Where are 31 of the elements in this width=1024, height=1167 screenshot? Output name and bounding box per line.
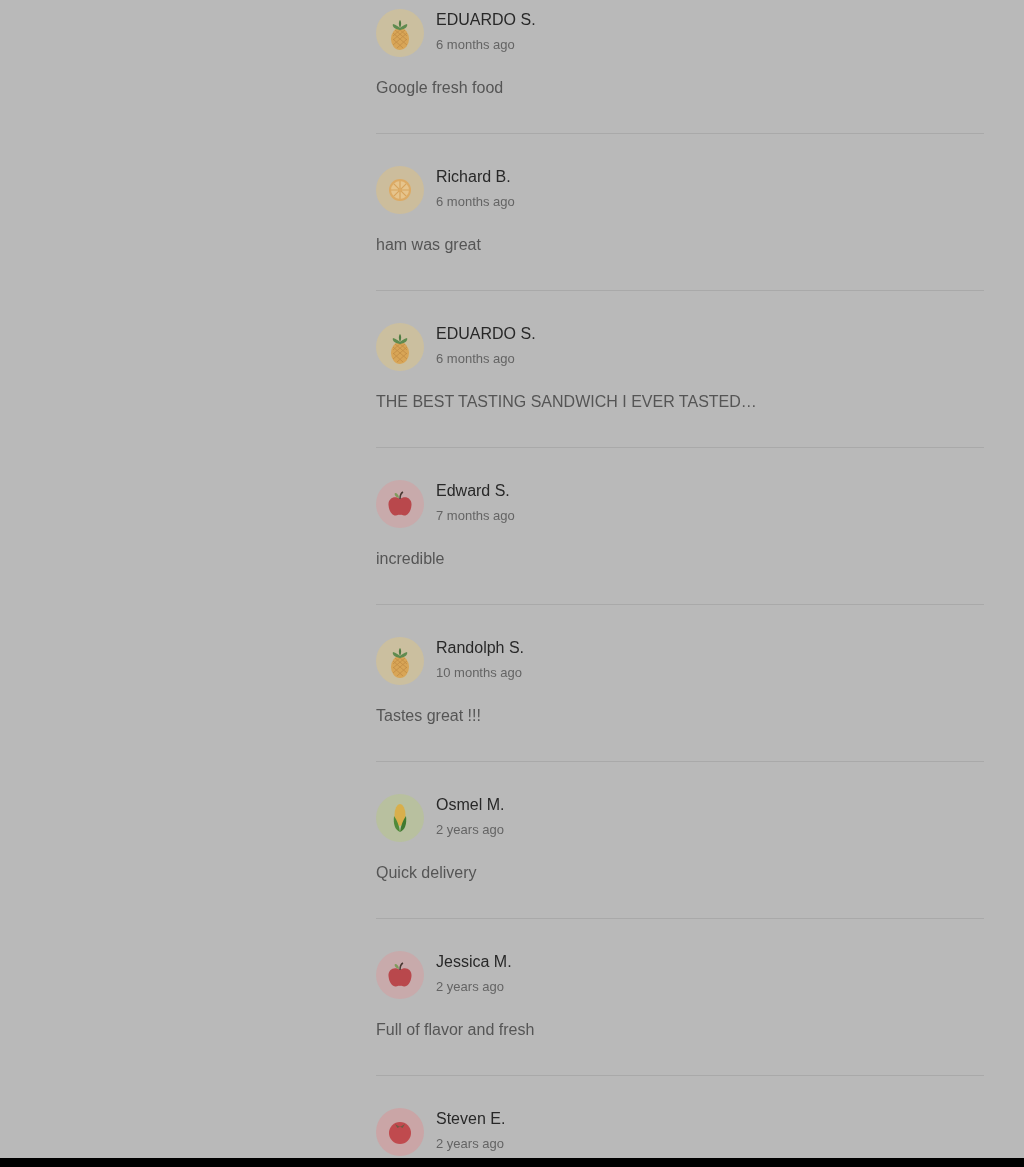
review-time: 7 months ago bbox=[436, 507, 515, 525]
reviewer-name: Osmel M. bbox=[436, 795, 505, 815]
reviewer-name: EDUARDO S. bbox=[436, 10, 536, 30]
reviewer-name: Edward S. bbox=[436, 481, 510, 501]
review-time: 6 months ago bbox=[436, 350, 515, 368]
reviewer-name: Richard B. bbox=[436, 167, 511, 187]
review-time: 2 years ago bbox=[436, 1135, 504, 1153]
review-text: Tastes great !!! bbox=[376, 706, 481, 726]
pineapple-icon bbox=[376, 9, 424, 57]
review-text: ham was great bbox=[376, 235, 481, 255]
corn-icon bbox=[376, 794, 424, 842]
citrus-slice-icon bbox=[376, 166, 424, 214]
review-text: THE BEST TASTING SANDWICH I EVER TASTED… bbox=[376, 392, 757, 412]
review-text: Quick delivery bbox=[376, 863, 477, 883]
pineapple-icon bbox=[376, 637, 424, 685]
review-time: 6 months ago bbox=[436, 193, 515, 211]
review-text: Full of flavor and fresh bbox=[376, 1020, 535, 1040]
reviewer-name: EDUARDO S. bbox=[436, 324, 536, 344]
reviewer-name: Randolph S. bbox=[436, 638, 525, 658]
tomato-icon bbox=[376, 1108, 424, 1156]
apple-icon bbox=[376, 951, 424, 999]
review-time: 2 years ago bbox=[436, 821, 504, 839]
reviewer-name: Jessica M. bbox=[436, 952, 512, 972]
review-text: Google fresh food bbox=[376, 78, 504, 98]
review-time: 10 months ago bbox=[436, 664, 522, 682]
review-time: 2 years ago bbox=[436, 978, 504, 996]
reviewer-name: Steven E. bbox=[436, 1109, 506, 1129]
pineapple-icon bbox=[376, 323, 424, 371]
review-time: 6 months ago bbox=[436, 36, 515, 54]
apple-icon bbox=[376, 480, 424, 528]
review-text: incredible bbox=[376, 549, 445, 569]
